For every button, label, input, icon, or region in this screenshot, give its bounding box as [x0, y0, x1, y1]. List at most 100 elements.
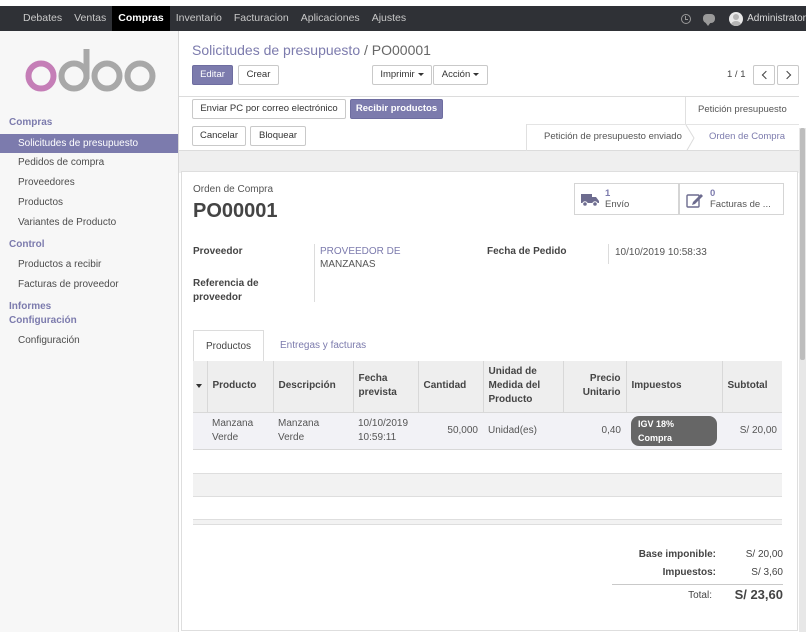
totals-divider: [612, 584, 783, 585]
field-divider: [314, 244, 315, 302]
total-label: Total:: [688, 590, 712, 601]
odoo-logo: [25, 49, 156, 92]
notebook-tabs: Productos Entregas y facturas: [193, 330, 782, 362]
cell-descripcion[interactable]: Manzana Verde: [273, 411, 353, 450]
sidebar: Compras Solicitudes de presupuesto Pedid…: [0, 31, 179, 632]
pager-value[interactable]: 1 / 1: [727, 65, 746, 85]
taxes-label: Impuestos:: [662, 567, 716, 578]
vendor-value[interactable]: PROVEEDOR DE MANZANAS: [320, 245, 401, 271]
menu-ajustes[interactable]: Ajustes: [366, 6, 412, 31]
invoices-smart-button[interactable]: 0 Facturas de ...: [679, 183, 784, 215]
form-background: [179, 151, 799, 173]
table-row[interactable]: Manzana Verde Manzana Verde 10/10/2019 1…: [193, 411, 782, 450]
stage-rfq[interactable]: Petición presupuesto: [698, 104, 787, 115]
chevron-left-icon: [761, 70, 771, 80]
menu-facturacion[interactable]: Facturacion: [228, 6, 295, 31]
row-handle: [193, 411, 207, 450]
menu-debates[interactable]: Debates: [17, 6, 68, 31]
send-email-button[interactable]: Enviar PC por correo electrónico: [192, 99, 346, 119]
stage-divider: [526, 124, 527, 151]
user-name[interactable]: Administrator: [747, 13, 806, 24]
chat-icon[interactable]: [703, 14, 716, 26]
stage-divider-line: [526, 124, 799, 125]
sidebar-header-compras: Compras: [9, 117, 53, 128]
caret-down-icon: [473, 72, 480, 76]
breadcrumb: Solicitudes de presupuesto / PO00001: [192, 42, 431, 58]
vendor-ref-label: Referencia de proveedor: [193, 277, 259, 305]
sidebar-item-facturas-proveedor[interactable]: Facturas de proveedor: [0, 275, 178, 294]
cell-unidad[interactable]: Unidad(es): [483, 411, 563, 450]
edit-icon: [686, 194, 703, 208]
sidebar-item-solicitudes[interactable]: Solicitudes de presupuesto: [0, 134, 178, 153]
col-subtotal[interactable]: Subtotal: [721, 361, 782, 412]
menu-inventario[interactable]: Inventario: [170, 6, 228, 31]
stage-rfq-sent[interactable]: Petición de presupuesto enviado: [544, 131, 682, 142]
status-bar: Enviar PC por correo electrónico Recibir…: [179, 96, 799, 152]
untaxed-amount-label: Base imponible:: [638, 549, 716, 560]
sidebar-item-configuracion[interactable]: Configuración: [0, 331, 178, 350]
cell-producto[interactable]: Manzana Verde: [207, 411, 273, 450]
sidebar-item-variantes[interactable]: Variantes de Producto: [0, 213, 178, 232]
vendor-label: Proveedor: [193, 246, 243, 257]
vendor-ref-label-line1: Referencia de: [193, 278, 259, 289]
cell-subtotal: S/ 20,00: [722, 411, 782, 450]
truck-icon: [581, 194, 599, 207]
sidebar-item-productos[interactable]: Productos: [0, 193, 178, 212]
tab-productos[interactable]: Productos: [193, 330, 265, 362]
sidebar-item-pedidos[interactable]: Pedidos de compra: [0, 153, 178, 172]
col-unidad-medida[interactable]: Unidad de Medida del Producto: [482, 361, 563, 412]
cancel-button[interactable]: Cancelar: [192, 126, 246, 146]
receive-products-button[interactable]: Recibir productos: [350, 99, 443, 119]
navbar-right: Administrator: [681, 6, 806, 31]
sidebar-item-proveedores[interactable]: Proveedores: [0, 173, 178, 192]
delivery-label: Envío: [605, 199, 630, 210]
menu-aplicaciones[interactable]: Aplicaciones: [295, 6, 366, 31]
sidebar-header-configuracion: Configuración: [9, 315, 77, 326]
order-lines-table: Producto Descripción Fecha prevista Cant…: [193, 361, 782, 450]
print-button[interactable]: Imprimir: [372, 65, 432, 85]
col-descripcion[interactable]: Descripción: [272, 361, 353, 412]
menu-ventas[interactable]: Ventas: [68, 6, 112, 31]
sidebar-header-control: Control: [9, 239, 45, 250]
vertical-scrollbar[interactable]: [799, 128, 806, 632]
stage-purchase-order[interactable]: Orden de Compra: [709, 131, 785, 142]
table-footer-row: [193, 519, 782, 525]
document-name: PO00001: [193, 200, 278, 222]
action-label: Acción: [441, 69, 471, 80]
col-producto[interactable]: Producto: [206, 361, 273, 412]
scrollbar-thumb[interactable]: [800, 128, 805, 360]
lock-button[interactable]: Bloquear: [250, 126, 306, 146]
invoices-count: 0: [710, 188, 716, 199]
empty-table-row: [193, 473, 782, 497]
tab-entregas-facturas[interactable]: Entregas y facturas: [268, 330, 378, 362]
breadcrumb-parent[interactable]: Solicitudes de presupuesto: [192, 42, 360, 58]
pager-previous-button[interactable]: [753, 65, 775, 85]
sidebar-item-productos-recibir[interactable]: Productos a recibir: [0, 255, 178, 274]
create-button[interactable]: Crear: [238, 65, 279, 85]
total-value: S/ 23,60: [734, 587, 783, 602]
clock-icon[interactable]: [681, 13, 692, 24]
col-precio-unitario[interactable]: Precio Unitario: [562, 361, 626, 412]
pager-next-button[interactable]: [777, 65, 799, 85]
sidebar-header-informes[interactable]: Informes: [9, 301, 51, 312]
sort-handle-header[interactable]: [193, 361, 207, 412]
main-content: Solicitudes de presupuesto / PO00001 Edi…: [179, 31, 806, 632]
breadcrumb-current: PO00001: [371, 42, 431, 58]
col-fecha-prevista[interactable]: Fecha prevista: [352, 361, 418, 412]
stage-arrow: [685, 125, 695, 152]
table-header-row: Producto Descripción Fecha prevista Cant…: [193, 361, 782, 412]
untaxed-amount-value: S/ 20,00: [745, 549, 783, 560]
user-avatar[interactable]: [729, 11, 744, 26]
delivery-smart-button[interactable]: 1 Envío: [574, 183, 679, 215]
cell-precio[interactable]: 0,40: [563, 411, 626, 450]
menu-compras[interactable]: Compras: [112, 6, 170, 31]
cell-cantidad[interactable]: 50,000: [418, 411, 483, 450]
cell-impuestos[interactable]: IGV 18% Compra: [626, 411, 722, 450]
edit-button[interactable]: Editar: [192, 65, 233, 85]
print-label: Imprimir: [380, 69, 415, 80]
stage-divider: [685, 97, 686, 124]
col-impuestos[interactable]: Impuestos: [625, 361, 722, 412]
action-button[interactable]: Acción: [433, 65, 488, 85]
cell-fecha-prevista[interactable]: 10/10/2019 10:59:11: [353, 411, 418, 450]
col-cantidad[interactable]: Cantidad: [417, 361, 483, 412]
